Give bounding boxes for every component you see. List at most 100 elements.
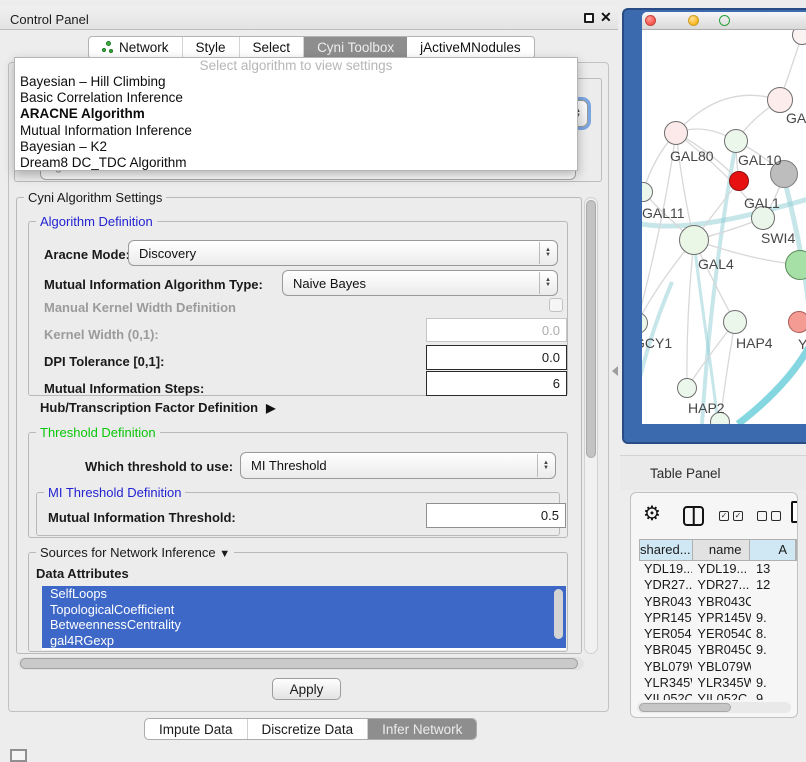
- node-label: GCY1: [642, 335, 672, 351]
- network-window-titlebar[interactable]: [642, 12, 806, 30]
- network-node-hap2[interactable]: [677, 378, 697, 398]
- which-threshold-label: Which threshold to use:: [85, 459, 233, 474]
- bottom-tabbar: Impute Data Discretize Data Infer Networ…: [144, 718, 477, 740]
- dropdown-prompt: Select algorithm to view settings: [15, 58, 577, 74]
- close-window-icon[interactable]: ✕: [600, 9, 612, 26]
- mac-zoom-icon[interactable]: [719, 15, 730, 26]
- control-panel-title: Control Panel: [10, 12, 89, 27]
- table-row[interactable]: YLR345WYLR345W9.: [639, 675, 797, 691]
- table-row[interactable]: YBR043CYBR043C: [639, 594, 797, 610]
- kernel-width-field[interactable]: 0.0: [426, 318, 567, 342]
- tab-network[interactable]: Network: [89, 37, 183, 58]
- list-item[interactable]: BetweennessCentrality: [42, 617, 566, 633]
- table-row[interactable]: YDR27...YDR27...12: [639, 577, 797, 593]
- list-item[interactable]: SelfLoops: [42, 586, 566, 602]
- network-node-salmon[interactable]: [788, 311, 806, 333]
- mi-threshold-label: Mutual Information Threshold:: [48, 510, 236, 525]
- tab-select[interactable]: Select: [240, 37, 305, 58]
- mi-type-label: Mutual Information Algorithm Type:: [44, 277, 263, 292]
- node-label: Y: [798, 336, 806, 352]
- tab-style[interactable]: Style: [183, 37, 240, 58]
- settings-group-title: Cyni Algorithm Settings: [24, 190, 166, 205]
- network-node-gal4[interactable]: [679, 225, 709, 255]
- which-threshold-combo[interactable]: MI Threshold ▲▼: [240, 452, 556, 479]
- dropdown-item[interactable]: Basic Correlation Inference: [15, 90, 577, 106]
- node-table: shared... name A YDL19...YDL19...13 YDR2…: [639, 539, 797, 700]
- mac-close-icon[interactable]: [645, 15, 656, 26]
- network-node-gal80[interactable]: [664, 121, 688, 145]
- table-card: ⚙ ✓✓ shared... name A YDL19...YDL19...13…: [630, 492, 798, 718]
- dropdown-item[interactable]: Mutual Information Inference: [15, 123, 577, 139]
- mac-minimize-icon[interactable]: [688, 15, 699, 26]
- tab-infer-network[interactable]: Infer Network: [368, 719, 476, 739]
- node-label: HAP4: [736, 335, 773, 351]
- restore-window-icon[interactable]: [584, 13, 594, 23]
- scrollbar-thumb[interactable]: [586, 200, 596, 458]
- apply-button[interactable]: Apply: [272, 678, 341, 700]
- algorithm-definition-title: Algorithm Definition: [36, 214, 157, 229]
- column-header[interactable]: shared...: [640, 540, 693, 560]
- dropdown-item[interactable]: Bayesian – K2: [15, 139, 577, 155]
- tab-cyni-toolbox[interactable]: Cyni Toolbox: [304, 37, 407, 58]
- table-row[interactable]: YBR045CYBR045C9.: [639, 642, 797, 658]
- combo-stepper-icon: ▲▼: [539, 242, 556, 264]
- list-item[interactable]: gal4RGexp: [42, 633, 566, 649]
- data-attributes-list: SelfLoops TopologicalCoefficient Between…: [42, 586, 566, 650]
- table-row[interactable]: YBL079WYBL079W: [639, 659, 797, 675]
- dropdown-item[interactable]: Dream8 DC_TDC Algorithm: [15, 155, 577, 171]
- settings-horizontal-scrollbar[interactable]: [18, 657, 584, 670]
- threshold-definition-title: Threshold Definition: [36, 425, 160, 440]
- table-row[interactable]: YIL052CYIL052C9.: [639, 691, 797, 700]
- control-panel-titlebar: [0, 6, 618, 30]
- hub-definition-toggle[interactable]: Hub/Transcription Factor Definition▶: [40, 400, 275, 415]
- minimized-window-icon[interactable]: [10, 749, 27, 762]
- table-row[interactable]: YER054CYER054C8.: [639, 626, 797, 642]
- aracne-mode-combo[interactable]: Discovery ▲▼: [128, 240, 558, 266]
- mi-threshold-group-title: MI Threshold Definition: [44, 485, 185, 500]
- tab-jactivemnodules[interactable]: jActiveMNodules: [407, 37, 534, 58]
- node-label: GAL10: [738, 152, 782, 168]
- deselect-all-icon[interactable]: [757, 511, 781, 521]
- panel-splitter-handle[interactable]: [612, 366, 618, 376]
- dpi-tolerance-field[interactable]: 0.0: [426, 345, 567, 370]
- mi-steps-field[interactable]: 6: [426, 371, 567, 396]
- page-icon[interactable]: [791, 501, 798, 523]
- manual-kernel-checkbox[interactable]: [549, 298, 563, 312]
- table-panel-title: Table Panel: [650, 466, 721, 481]
- tab-impute-data[interactable]: Impute Data: [145, 719, 248, 739]
- mi-threshold-field[interactable]: 0.5: [426, 503, 566, 528]
- network-node-hap4[interactable]: [723, 310, 747, 334]
- settings-vertical-scrollbar[interactable]: [584, 197, 598, 654]
- node-label: GAL1: [744, 195, 780, 211]
- network-node-selected-red[interactable]: [729, 171, 749, 191]
- kernel-width-label: Kernel Width (0,1):: [44, 327, 159, 342]
- node-label: GAL: [786, 110, 806, 126]
- dropdown-item[interactable]: Bayesian – Hill Climbing: [15, 74, 577, 90]
- scrollbar-thumb[interactable]: [20, 658, 578, 669]
- table-row[interactable]: YDL19...YDL19...13: [639, 561, 797, 577]
- mi-type-combo[interactable]: Naive Bayes ▲▼: [282, 270, 558, 296]
- table-horizontal-scrollbar[interactable]: [637, 702, 791, 713]
- tab-discretize-data[interactable]: Discretize Data: [248, 719, 369, 739]
- node-label: GAL80: [670, 148, 714, 164]
- column-header[interactable]: A: [750, 540, 796, 560]
- split-pane-icon[interactable]: [683, 506, 704, 526]
- mi-steps-label: Mutual Information Steps:: [44, 381, 204, 396]
- list-scrollbar-thumb[interactable]: [554, 589, 563, 639]
- list-item[interactable]: TopologicalCoefficient: [42, 602, 566, 618]
- table-row[interactable]: YPR145WYPR145W9.: [639, 610, 797, 626]
- data-attributes-label: Data Attributes: [36, 566, 129, 581]
- dropdown-item-aracne[interactable]: ARACNE Algorithm: [15, 106, 577, 122]
- gear-icon[interactable]: ⚙: [643, 501, 661, 526]
- algorithm-dropdown-popup: Select algorithm to view settings Bayesi…: [14, 57, 578, 171]
- scrollbar-thumb[interactable]: [639, 703, 731, 712]
- network-window: GAL GAL80 GAL10 GAL1 GAL11 SWI4 GAL4 GCY…: [642, 12, 806, 424]
- combo-stepper-icon: ▲▼: [539, 272, 556, 294]
- column-header[interactable]: name: [693, 540, 751, 560]
- network-canvas[interactable]: GAL GAL80 GAL10 GAL1 GAL11 SWI4 GAL4 GCY…: [642, 30, 806, 424]
- sources-toggle[interactable]: Sources for Network Inference ▼: [36, 545, 234, 560]
- node-label: SWI4: [761, 230, 795, 246]
- dpi-tolerance-label: DPI Tolerance [0,1]:: [44, 354, 164, 369]
- network-node-gal10[interactable]: [724, 129, 748, 153]
- select-all-icon[interactable]: ✓✓: [719, 511, 743, 521]
